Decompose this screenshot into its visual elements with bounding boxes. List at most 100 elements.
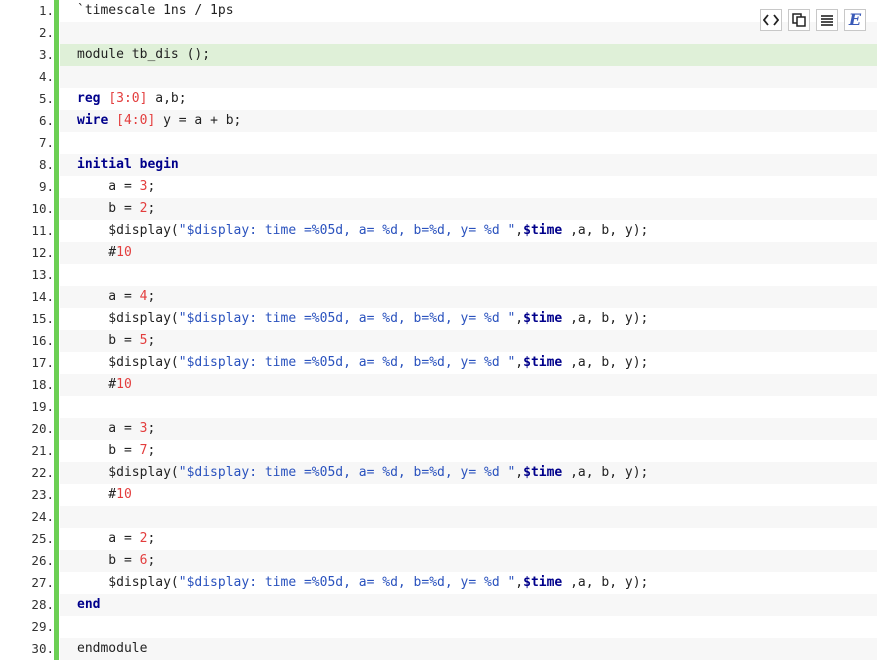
code-token: ,a, b, y); — [562, 465, 649, 480]
code-line: 24. — [0, 506, 877, 528]
gutter-accent-bar — [54, 616, 59, 638]
code-text — [60, 506, 877, 528]
code-text: $display("$display: time =%05d, a= %d, b… — [60, 220, 877, 242]
code-line: 6. wire [4:0] y = a + b; — [0, 110, 877, 132]
code-token: wire — [77, 113, 109, 128]
code-token: ; — [147, 333, 156, 348]
gutter-accent-bar — [54, 462, 59, 484]
code-line: 10. b = 2; — [0, 198, 877, 220]
line-number: 25. — [31, 531, 54, 546]
code-text: a = 3; — [60, 176, 877, 198]
code-text: $display("$display: time =%05d, a= %d, b… — [60, 572, 877, 594]
line-number: 8. — [38, 157, 54, 172]
code-token: [3:0] — [108, 91, 148, 106]
code-block: 1. `timescale 1ns / 1ps 2. 3. module tb_dis … — [0, 0, 877, 661]
code-token: endmodule — [77, 641, 148, 656]
code-line: 12. #10 — [0, 242, 877, 264]
line-number: 24. — [31, 509, 54, 524]
line-number: 20. — [31, 421, 54, 436]
code-text: module tb_dis (); — [60, 44, 877, 66]
code-token: , — [515, 311, 524, 326]
view-source-button[interactable] — [760, 9, 782, 31]
code-token: $time — [523, 465, 563, 480]
code-token: # — [77, 377, 117, 392]
code-token: end — [77, 597, 101, 612]
code-token: # — [77, 245, 117, 260]
code-text: wire [4:0] y = a + b; — [60, 110, 877, 132]
line-number: 23. — [31, 487, 54, 502]
code-icon — [763, 14, 779, 26]
gutter-accent-bar — [54, 198, 59, 220]
code-line: 18. #10 — [0, 374, 877, 396]
print-button[interactable] — [816, 9, 838, 31]
line-number: 10. — [31, 201, 54, 216]
code-token: , — [515, 465, 524, 480]
gutter-accent-bar — [54, 44, 59, 66]
e-icon: E — [848, 10, 862, 29]
code-line: 1. `timescale 1ns / 1ps — [0, 0, 877, 22]
code-token: "$display: time =%05d, a= %d, b=%d, y= %… — [178, 355, 516, 370]
about-button[interactable]: E — [844, 9, 866, 31]
code-text: b = 6; — [60, 550, 877, 572]
gutter-accent-bar — [54, 484, 59, 506]
line-number: 7. — [38, 135, 54, 150]
code-token: "$display: time =%05d, a= %d, b=%d, y= %… — [178, 223, 516, 238]
code-token: a = — [77, 179, 140, 194]
code-line: 17. $display("$display: time =%05d, a= %… — [0, 352, 877, 374]
code-line: 30. endmodule — [0, 638, 877, 660]
code-line: 13. — [0, 264, 877, 286]
code-token: begin — [139, 157, 179, 172]
line-number: 14. — [31, 289, 54, 304]
code-line: 25. a = 2; — [0, 528, 877, 550]
code-token: $display( — [77, 465, 179, 480]
line-number: 13. — [31, 267, 54, 282]
code-text — [60, 66, 877, 88]
code-text: b = 2; — [60, 198, 877, 220]
line-number: 27. — [31, 575, 54, 590]
gutter-accent-bar — [54, 88, 59, 110]
code-token: $display( — [77, 223, 179, 238]
code-token: module tb_dis (); — [77, 47, 211, 62]
gutter-accent-bar — [54, 220, 59, 242]
line-number: 19. — [31, 399, 54, 414]
gutter-accent-bar — [54, 352, 59, 374]
copy-button[interactable] — [788, 9, 810, 31]
line-number: 6. — [38, 113, 54, 128]
gutter-accent-bar — [54, 440, 59, 462]
code-text: a = 2; — [60, 528, 877, 550]
code-token: "$display: time =%05d, a= %d, b=%d, y= %… — [178, 575, 516, 590]
line-number: 3. — [38, 47, 54, 62]
line-number: 2. — [38, 25, 54, 40]
code-line: 5. reg [3:0] a,b; — [0, 88, 877, 110]
code-token: $display( — [77, 311, 179, 326]
code-token: $time — [523, 223, 563, 238]
code-token: ; — [147, 443, 156, 458]
code-token: 10 — [116, 487, 132, 502]
code-token: , — [515, 223, 524, 238]
code-text: `timescale 1ns / 1ps — [60, 0, 877, 22]
code-toolbar: E — [760, 9, 866, 31]
gutter-accent-bar — [54, 572, 59, 594]
code-text: #10 — [60, 484, 877, 506]
line-number: 15. — [31, 311, 54, 326]
code-line: 21. b = 7; — [0, 440, 877, 462]
gutter-accent-bar — [54, 66, 59, 88]
code-token: `timescale 1ns / 1ps — [77, 3, 234, 18]
line-number: 12. — [31, 245, 54, 260]
line-number: 26. — [31, 553, 54, 568]
line-number: 1. — [38, 3, 54, 18]
code-token: ,a, b, y); — [562, 355, 649, 370]
code-line: 11. $display("$display: time =%05d, a= %… — [0, 220, 877, 242]
code-token: b = — [77, 333, 140, 348]
gutter-accent-bar — [54, 528, 59, 550]
code-line: 27. $display("$display: time =%05d, a= %… — [0, 572, 877, 594]
code-text: $display("$display: time =%05d, a= %d, b… — [60, 352, 877, 374]
code-token: ; — [147, 289, 156, 304]
code-token: "$display: time =%05d, a= %d, b=%d, y= %… — [178, 311, 516, 326]
line-number: 17. — [31, 355, 54, 370]
gutter-accent-bar — [54, 418, 59, 440]
code-line: 3. module tb_dis (); — [0, 44, 877, 66]
code-text: b = 7; — [60, 440, 877, 462]
